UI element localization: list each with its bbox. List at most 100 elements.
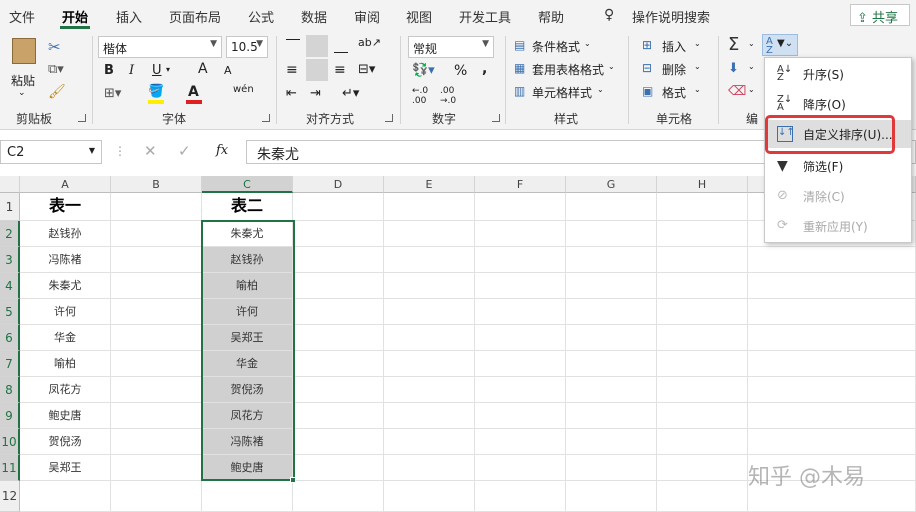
tab-view[interactable]: 视图 — [406, 7, 432, 26]
cell[interactable] — [566, 403, 657, 429]
cell[interactable] — [475, 455, 566, 481]
cell[interactable] — [384, 481, 475, 512]
font-color-button[interactable]: A — [188, 84, 199, 100]
cell[interactable] — [111, 481, 202, 512]
cell[interactable] — [293, 247, 384, 273]
align-left-icon[interactable]: ≡ — [286, 62, 298, 78]
cell-C2[interactable]: 朱秦尤 — [202, 221, 293, 247]
cell[interactable] — [384, 403, 475, 429]
cell-C4[interactable]: 喻柏 — [202, 273, 293, 299]
cell[interactable] — [293, 273, 384, 299]
cell-A2[interactable]: 赵钱孙 — [20, 221, 111, 247]
cell-A8[interactable]: 凤花方 — [20, 377, 111, 403]
cell[interactable] — [384, 351, 475, 377]
tab-home[interactable]: 开始 — [62, 7, 88, 26]
cell[interactable] — [111, 351, 202, 377]
align-right-icon[interactable]: ≡ — [334, 62, 346, 78]
cut-icon[interactable]: ✂ — [48, 38, 61, 56]
cell[interactable] — [384, 325, 475, 351]
cell-A11[interactable]: 吴郑王 — [20, 455, 111, 481]
cell-A3[interactable]: 冯陈褚 — [20, 247, 111, 273]
column-header-A[interactable]: A — [20, 176, 111, 193]
conditional-format-button[interactable]: 条件格式 — [532, 38, 580, 55]
cell-C1[interactable]: 表二 — [202, 193, 293, 221]
cell-A9[interactable]: 鲍史唐 — [20, 403, 111, 429]
cell[interactable] — [475, 273, 566, 299]
cell[interactable] — [657, 247, 748, 273]
cell[interactable] — [384, 429, 475, 455]
accounting-icon[interactable]: 💱▾ — [412, 63, 435, 78]
sort-filter-button[interactable]: A Z ▼⌄ — [762, 34, 798, 56]
row-header-12[interactable]: 12 — [0, 481, 20, 512]
wrap-text-icon[interactable]: ↵▾ — [342, 86, 359, 101]
fill-handle[interactable] — [290, 477, 296, 483]
underline-dropdown-icon[interactable]: ▾ — [166, 65, 170, 74]
tab-page-layout[interactable]: 页面布局 — [169, 7, 221, 26]
decrease-indent-icon[interactable]: ⇤ — [286, 86, 297, 101]
column-header-D[interactable]: D — [293, 176, 384, 193]
border-icon[interactable]: ⊞▾ — [104, 86, 121, 101]
cell[interactable] — [566, 377, 657, 403]
menu-item-sort-descending[interactable]: Z↓ A 降序(O) — [765, 90, 911, 118]
cell[interactable] — [293, 377, 384, 403]
tab-developer[interactable]: 开发工具 — [459, 7, 511, 26]
cell[interactable] — [657, 377, 748, 403]
font-size-combo[interactable]: 10.5 ▼ — [226, 36, 268, 58]
cell[interactable] — [111, 455, 202, 481]
cell[interactable] — [566, 455, 657, 481]
cell[interactable] — [111, 403, 202, 429]
cell[interactable] — [384, 221, 475, 247]
column-header-G[interactable]: G — [566, 176, 657, 193]
cell[interactable] — [475, 325, 566, 351]
column-header-H[interactable]: H — [657, 176, 748, 193]
cell-styles-button[interactable]: 单元格样式 — [532, 84, 592, 101]
name-box[interactable]: C2 ▼ — [0, 140, 102, 164]
cell[interactable] — [384, 247, 475, 273]
cancel-icon[interactable]: ✕ — [144, 142, 157, 160]
cell[interactable] — [293, 455, 384, 481]
row-header-4[interactable]: 4 — [0, 273, 20, 299]
insert-cells-button[interactable]: 插入 — [662, 38, 686, 55]
cell[interactable] — [748, 351, 916, 377]
cell[interactable] — [748, 403, 916, 429]
cell[interactable] — [111, 247, 202, 273]
row-header-10[interactable]: 10 — [0, 429, 20, 455]
align-center-icon[interactable] — [306, 59, 328, 81]
row-header-9[interactable]: 9 — [0, 403, 20, 429]
cell-C11[interactable]: 鲍史唐 — [202, 455, 293, 481]
cell[interactable] — [657, 455, 748, 481]
cell-A5[interactable]: 许何 — [20, 299, 111, 325]
cell[interactable] — [384, 299, 475, 325]
cell[interactable] — [475, 403, 566, 429]
grow-font-button[interactable]: A — [198, 61, 208, 77]
cell[interactable] — [657, 299, 748, 325]
cell[interactable] — [475, 299, 566, 325]
tell-me-search[interactable]: 操作说明搜索 — [632, 7, 710, 26]
cell[interactable] — [748, 377, 916, 403]
cell-A6[interactable]: 华金 — [20, 325, 111, 351]
cell[interactable] — [475, 429, 566, 455]
align-middle-icon[interactable] — [306, 35, 328, 57]
tab-data[interactable]: 数据 — [301, 7, 327, 26]
cell[interactable] — [293, 299, 384, 325]
clear-icon[interactable]: ⌫ — [728, 84, 746, 99]
bold-button[interactable]: B — [104, 63, 114, 78]
cell-A10[interactable]: 贺倪汤 — [20, 429, 111, 455]
cell-C5[interactable]: 许何 — [202, 299, 293, 325]
phonetic-button[interactable]: wén — [233, 84, 254, 95]
cell[interactable] — [748, 325, 916, 351]
menu-item-filter[interactable]: ▼ 筛选(F) — [765, 152, 911, 180]
font-name-combo[interactable]: 楷体 ▼ — [98, 36, 222, 58]
cell[interactable] — [384, 273, 475, 299]
copy-icon[interactable]: ⧉▾ — [48, 62, 64, 77]
cell[interactable] — [293, 481, 384, 512]
cell-A4[interactable]: 朱秦尤 — [20, 273, 111, 299]
row-header-6[interactable]: 6 — [0, 325, 20, 351]
italic-button[interactable]: I — [129, 63, 134, 78]
shrink-font-button[interactable]: A — [224, 64, 232, 77]
autosum-icon[interactable]: Σ — [728, 34, 739, 55]
cell[interactable] — [748, 273, 916, 299]
cell[interactable] — [566, 247, 657, 273]
cell[interactable] — [748, 247, 916, 273]
row-header-2[interactable]: 2 — [0, 221, 20, 247]
